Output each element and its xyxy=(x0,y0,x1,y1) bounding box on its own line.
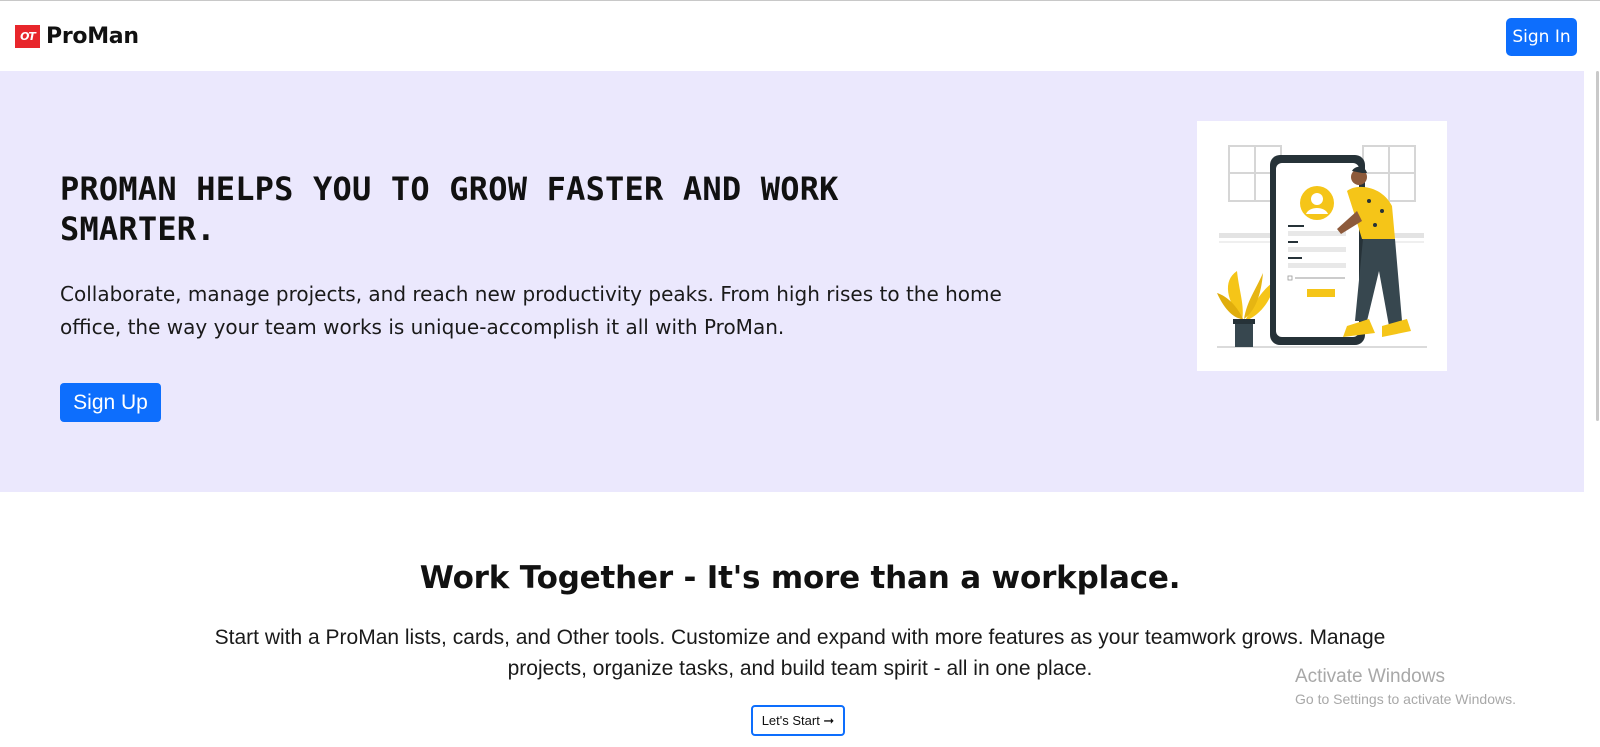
hero-description: Collaborate, manage projects, and reach … xyxy=(60,282,1002,339)
lets-start-button[interactable]: Let's Start ➞ xyxy=(751,705,845,736)
hero-title: PROMAN HELPS YOU TO GROW FASTER AND WORK… xyxy=(60,170,839,248)
brand-link[interactable]: OT ProMan xyxy=(15,24,139,49)
page: OT ProMan Sign In PROMAN HELPS YOU TO GR… xyxy=(0,0,1600,747)
section-title: Work Together - It's more than a workpla… xyxy=(419,560,1181,596)
hero-illustration xyxy=(1197,121,1447,371)
sign-up-button[interactable]: Sign Up xyxy=(60,383,161,422)
scrollbar-thumb[interactable] xyxy=(1596,71,1599,421)
page-scrollbar[interactable] xyxy=(1584,71,1600,747)
sign-in-button[interactable]: Sign In xyxy=(1506,18,1577,56)
brand-logo-icon: OT xyxy=(15,25,40,48)
activate-windows-title: Activate Windows xyxy=(1295,666,1445,687)
navbar: OT ProMan Sign In xyxy=(0,1,1584,71)
section-description: Start with a ProMan lists, cards, and Ot… xyxy=(214,626,1386,680)
signup-phone-illustration xyxy=(1217,145,1427,348)
hero-section: PROMAN HELPS YOU TO GROW FASTER AND WORK… xyxy=(0,71,1584,492)
activate-windows-subtitle: Go to Settings to activate Windows. xyxy=(1295,691,1516,707)
brand-name: ProMan xyxy=(46,24,139,49)
